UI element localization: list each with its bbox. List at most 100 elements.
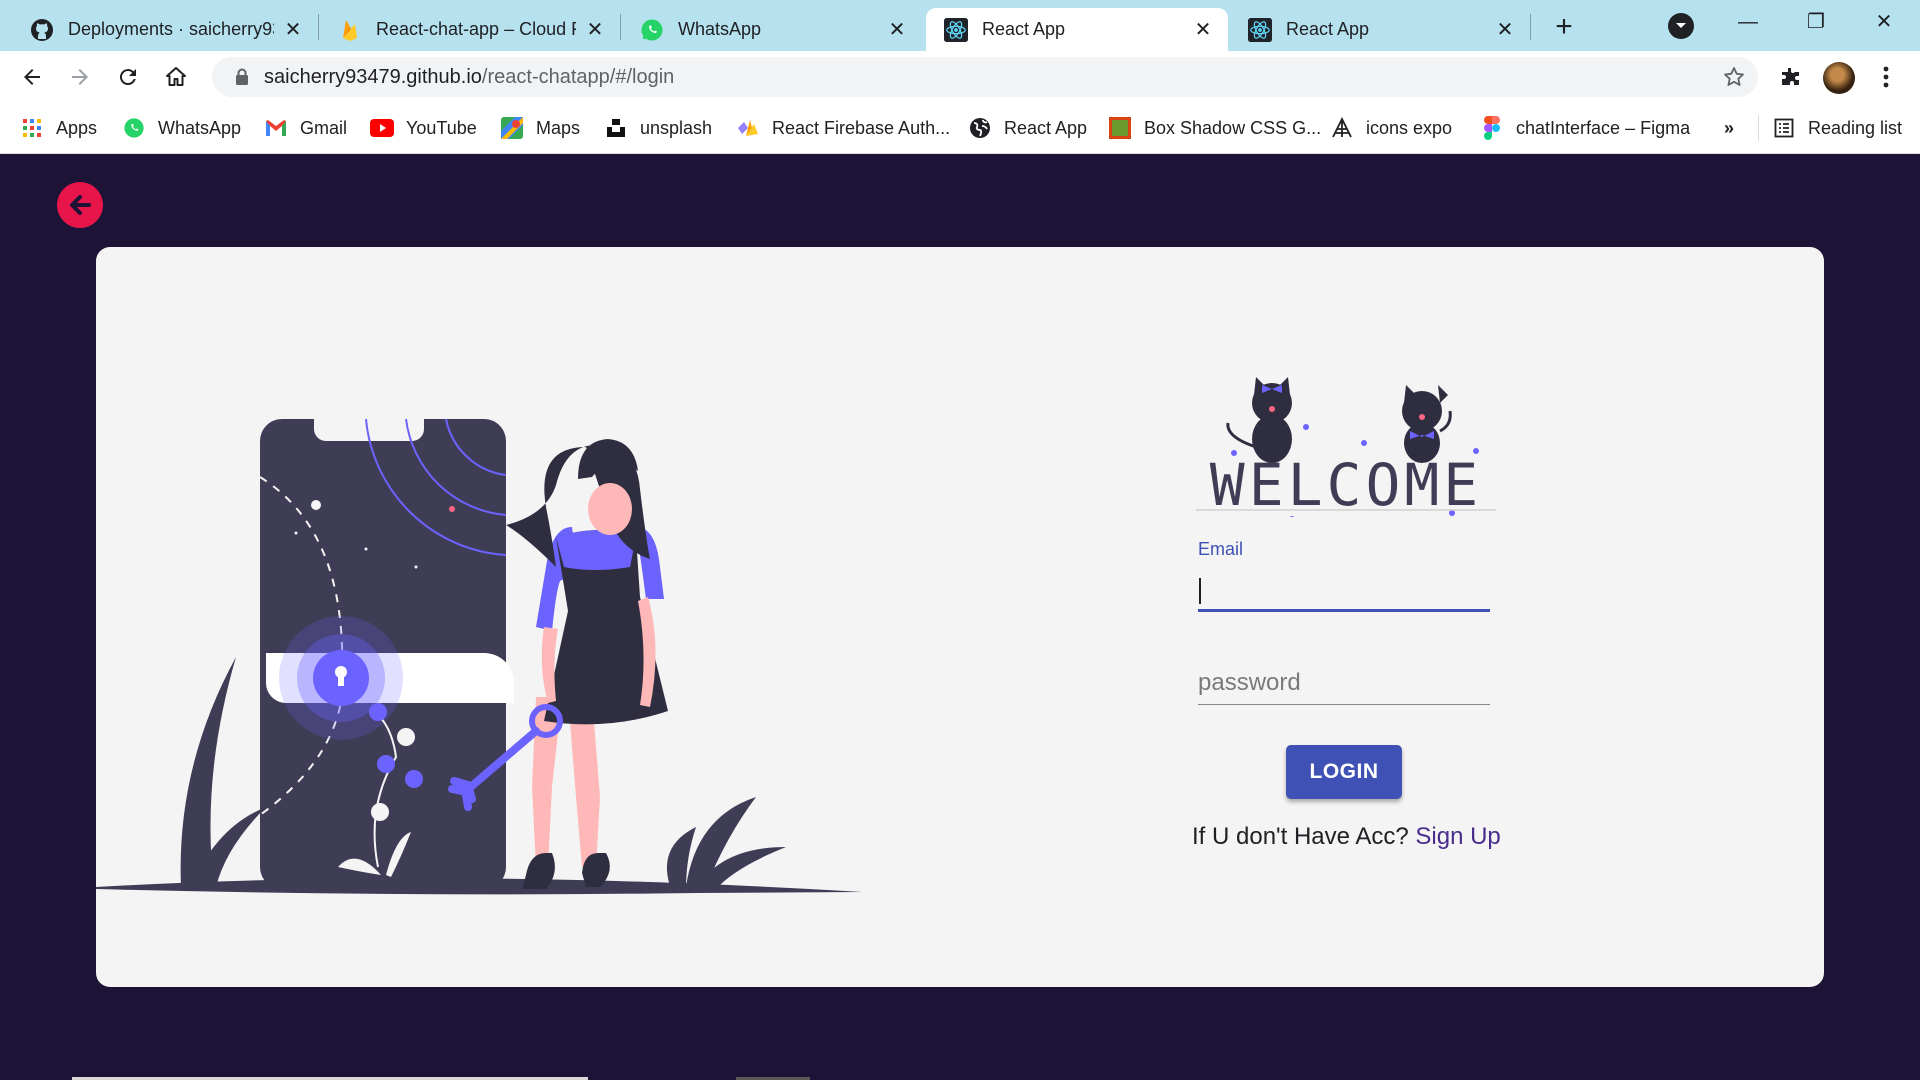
- browser-menu-button[interactable]: [1868, 59, 1904, 95]
- gmail-icon: [264, 116, 288, 140]
- tab-title: React-chat-app – Cloud Firestore: [376, 19, 576, 39]
- arrow-left-icon: [24, 69, 40, 85]
- globe-icon: [968, 116, 992, 140]
- address-bar[interactable]: saicherry93479.github.io/react-chatapp/#…: [212, 57, 1758, 97]
- firebase-icon: [736, 116, 760, 140]
- bookmark-label: React App: [1004, 117, 1088, 138]
- close-tab-icon[interactable]: ✕: [1494, 19, 1516, 41]
- puzzle-icon: [1782, 68, 1799, 85]
- back-button[interactable]: [14, 59, 50, 95]
- bookmark-apps[interactable]: Apps: [20, 114, 97, 142]
- tab-title: Deployments · saicherry93479: [68, 19, 274, 39]
- bookmarks-overflow-button[interactable]: »: [1724, 114, 1734, 142]
- bookmark-icons-expo[interactable]: icons expo: [1330, 114, 1452, 142]
- tab-title: React App: [982, 19, 1066, 39]
- icons-expo-icon: [1330, 116, 1354, 140]
- login-illustration: [96, 418, 862, 895]
- tab-divider: [318, 14, 319, 40]
- bookmark-label: YouTube: [406, 117, 477, 138]
- tab-title: WhatsApp: [678, 19, 762, 39]
- reload-icon: [119, 69, 136, 86]
- apps-grid-icon: [20, 116, 44, 140]
- back-arrow-button[interactable]: [57, 182, 103, 228]
- bookmark-gmail[interactable]: Gmail: [264, 114, 347, 142]
- signup-prompt-text: If U don't Have Acc?: [1192, 823, 1409, 850]
- bookmarks-bar: Apps WhatsApp Gmail YouTube Maps unsplas…: [0, 103, 1920, 154]
- email-label: Email: [1198, 539, 1244, 559]
- url-path: /react-chatapp/#/login: [481, 65, 675, 88]
- whatsapp-icon: [640, 18, 664, 42]
- minimize-button[interactable]: —: [1728, 6, 1768, 38]
- close-tab-icon[interactable]: ✕: [886, 19, 908, 41]
- url-text[interactable]: saicherry93479.github.io/react-chatapp/#…: [264, 66, 1714, 89]
- bookmark-label: unsplash: [640, 117, 713, 138]
- home-icon: [166, 67, 186, 86]
- bookmarks-divider: [1758, 115, 1759, 141]
- home-button[interactable]: [158, 59, 194, 95]
- forward-button[interactable]: [62, 59, 98, 95]
- bookmark-label: Box Shadow CSS G...: [1144, 117, 1322, 138]
- chevron-down-icon: [1676, 23, 1686, 28]
- maps-icon: [500, 116, 524, 140]
- close-window-button[interactable]: ✕: [1864, 6, 1904, 38]
- login-button[interactable]: LOGIN: [1286, 745, 1402, 799]
- email-field[interactable]: Email: [1198, 539, 1490, 612]
- tab-whatsapp[interactable]: WhatsApp ✕: [622, 8, 922, 51]
- profile-avatar[interactable]: [1823, 62, 1855, 94]
- bookmark-react-firebase-auth[interactable]: React Firebase Auth...: [736, 114, 950, 142]
- unsplash-icon: [604, 116, 628, 140]
- welcome-graphic: WELCOME: [1196, 377, 1496, 517]
- browser-toolbar: saicherry93479.github.io/react-chatapp/#…: [0, 51, 1920, 103]
- restore-button[interactable]: ❐: [1796, 6, 1836, 38]
- bookmark-star-icon[interactable]: [1714, 57, 1754, 97]
- tab-react-app[interactable]: React App ✕: [1230, 8, 1530, 51]
- bookmark-unsplash[interactable]: unsplash: [604, 114, 712, 142]
- signup-link[interactable]: Sign Up: [1415, 823, 1500, 850]
- firebase-icon: [338, 18, 362, 42]
- password-input[interactable]: password: [1198, 661, 1490, 705]
- bookmark-maps[interactable]: Maps: [500, 114, 580, 142]
- lock-icon[interactable]: [222, 57, 262, 97]
- whatsapp-icon: [122, 116, 146, 140]
- tab-search-button[interactable]: [1668, 13, 1694, 39]
- close-tab-icon[interactable]: ✕: [282, 19, 304, 41]
- bookmark-box-shadow[interactable]: Box Shadow CSS G...: [1108, 114, 1321, 142]
- signup-prompt: If U don't Have Acc? Sign Up: [1192, 823, 1501, 851]
- url-host: saicherry93479.github.io: [264, 65, 482, 88]
- page-content: WELCOME Email password LOGIN If U don't …: [0, 155, 1920, 1080]
- tab-divider: [1530, 14, 1531, 40]
- tab-deployments[interactable]: Deployments · saicherry93479 ✕: [12, 8, 318, 51]
- bookmark-react-app[interactable]: React App: [968, 114, 1087, 142]
- figma-icon: [1480, 116, 1504, 140]
- close-tab-icon[interactable]: ✕: [584, 19, 606, 41]
- bookmark-label: icons expo: [1366, 117, 1453, 138]
- reading-list-button[interactable]: Reading list: [1772, 114, 1902, 142]
- more-vert-icon: [1883, 66, 1889, 88]
- extensions-button[interactable]: [1772, 59, 1808, 95]
- text-caret: [1199, 578, 1201, 604]
- bookmark-label: Maps: [536, 117, 581, 138]
- bookmark-label: Apps: [56, 117, 98, 138]
- youtube-icon: [370, 116, 394, 140]
- tab-react-app-active[interactable]: React App ✕: [926, 8, 1228, 51]
- bookmark-label: React Firebase Auth...: [772, 117, 951, 138]
- bookmark-label: WhatsApp: [158, 117, 242, 138]
- reload-button[interactable]: [110, 59, 146, 95]
- login-card: WELCOME Email password LOGIN If U don't …: [96, 247, 1824, 987]
- box-shadow-icon: [1108, 116, 1132, 140]
- welcome-title: WELCOME: [1210, 451, 1482, 517]
- email-input[interactable]: [1198, 568, 1490, 612]
- bookmark-chatinterface-figma[interactable]: chatInterface – Figma: [1480, 114, 1690, 142]
- password-field[interactable]: password: [1198, 661, 1490, 705]
- close-tab-icon[interactable]: ✕: [1192, 19, 1214, 41]
- tab-firestore[interactable]: React-chat-app – Cloud Firestore ✕: [320, 8, 620, 51]
- new-tab-button[interactable]: +: [1548, 12, 1580, 44]
- reading-list-icon: [1772, 116, 1796, 140]
- react-icon: [1248, 17, 1272, 42]
- arrow-left-icon: [70, 195, 91, 215]
- bookmark-whatsapp[interactable]: WhatsApp: [122, 114, 241, 142]
- react-icon: [944, 17, 968, 42]
- bookmark-youtube[interactable]: YouTube: [370, 114, 477, 142]
- bookmark-label: chatInterface – Figma: [1516, 117, 1691, 138]
- github-icon: [30, 18, 54, 42]
